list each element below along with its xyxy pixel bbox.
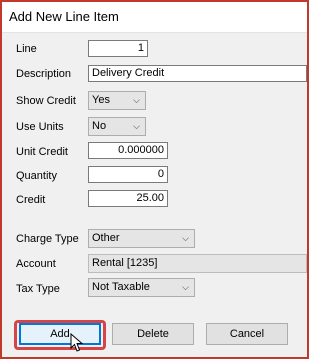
account-label: Account [16, 258, 56, 270]
unit-credit-input[interactable]: 0.000000 [88, 142, 168, 159]
chevron-down-icon[interactable]: ⌵ [182, 279, 189, 296]
title-bar: Add New Line Item [2, 2, 307, 33]
use-units-value: No [92, 120, 107, 132]
unit-credit-label: Unit Credit [16, 146, 68, 158]
charge-type-value: Other [92, 232, 120, 244]
chevron-down-icon[interactable]: ⌵ [133, 118, 140, 135]
line-label: Line [16, 43, 37, 55]
use-units-select[interactable]: No ⌵ [88, 117, 146, 136]
window-title: Add New Line Item [9, 9, 119, 24]
credit-label: Credit [16, 194, 46, 206]
account-field: Rental [1235] [88, 254, 307, 273]
show-credit-select[interactable]: Yes ⌵ [88, 91, 146, 110]
quantity-input[interactable]: 0 [88, 166, 168, 183]
chevron-down-icon[interactable]: ⌵ [133, 92, 140, 109]
tax-type-value: Not Taxable [92, 281, 150, 293]
charge-type-select[interactable]: Other ⌵ [88, 229, 195, 248]
use-units-label: Use Units [16, 121, 64, 133]
delete-button[interactable]: Delete [112, 323, 194, 345]
mouse-pointer-icon [70, 333, 84, 352]
add-button[interactable]: Add [19, 323, 101, 345]
description-input[interactable]: Delivery Credit [88, 65, 307, 82]
tax-type-select[interactable]: Not Taxable ⌵ [88, 278, 195, 297]
show-credit-label: Show Credit [16, 95, 76, 107]
chevron-down-icon[interactable]: ⌵ [182, 230, 189, 247]
credit-input[interactable]: 25.00 [88, 190, 168, 207]
description-label: Description [16, 68, 72, 80]
show-credit-value: Yes [92, 94, 110, 106]
charge-type-label: Charge Type [16, 233, 79, 245]
quantity-label: Quantity [16, 170, 57, 182]
cancel-button[interactable]: Cancel [206, 323, 288, 345]
line-input[interactable]: 1 [88, 40, 148, 57]
tax-type-label: Tax Type [16, 283, 60, 295]
